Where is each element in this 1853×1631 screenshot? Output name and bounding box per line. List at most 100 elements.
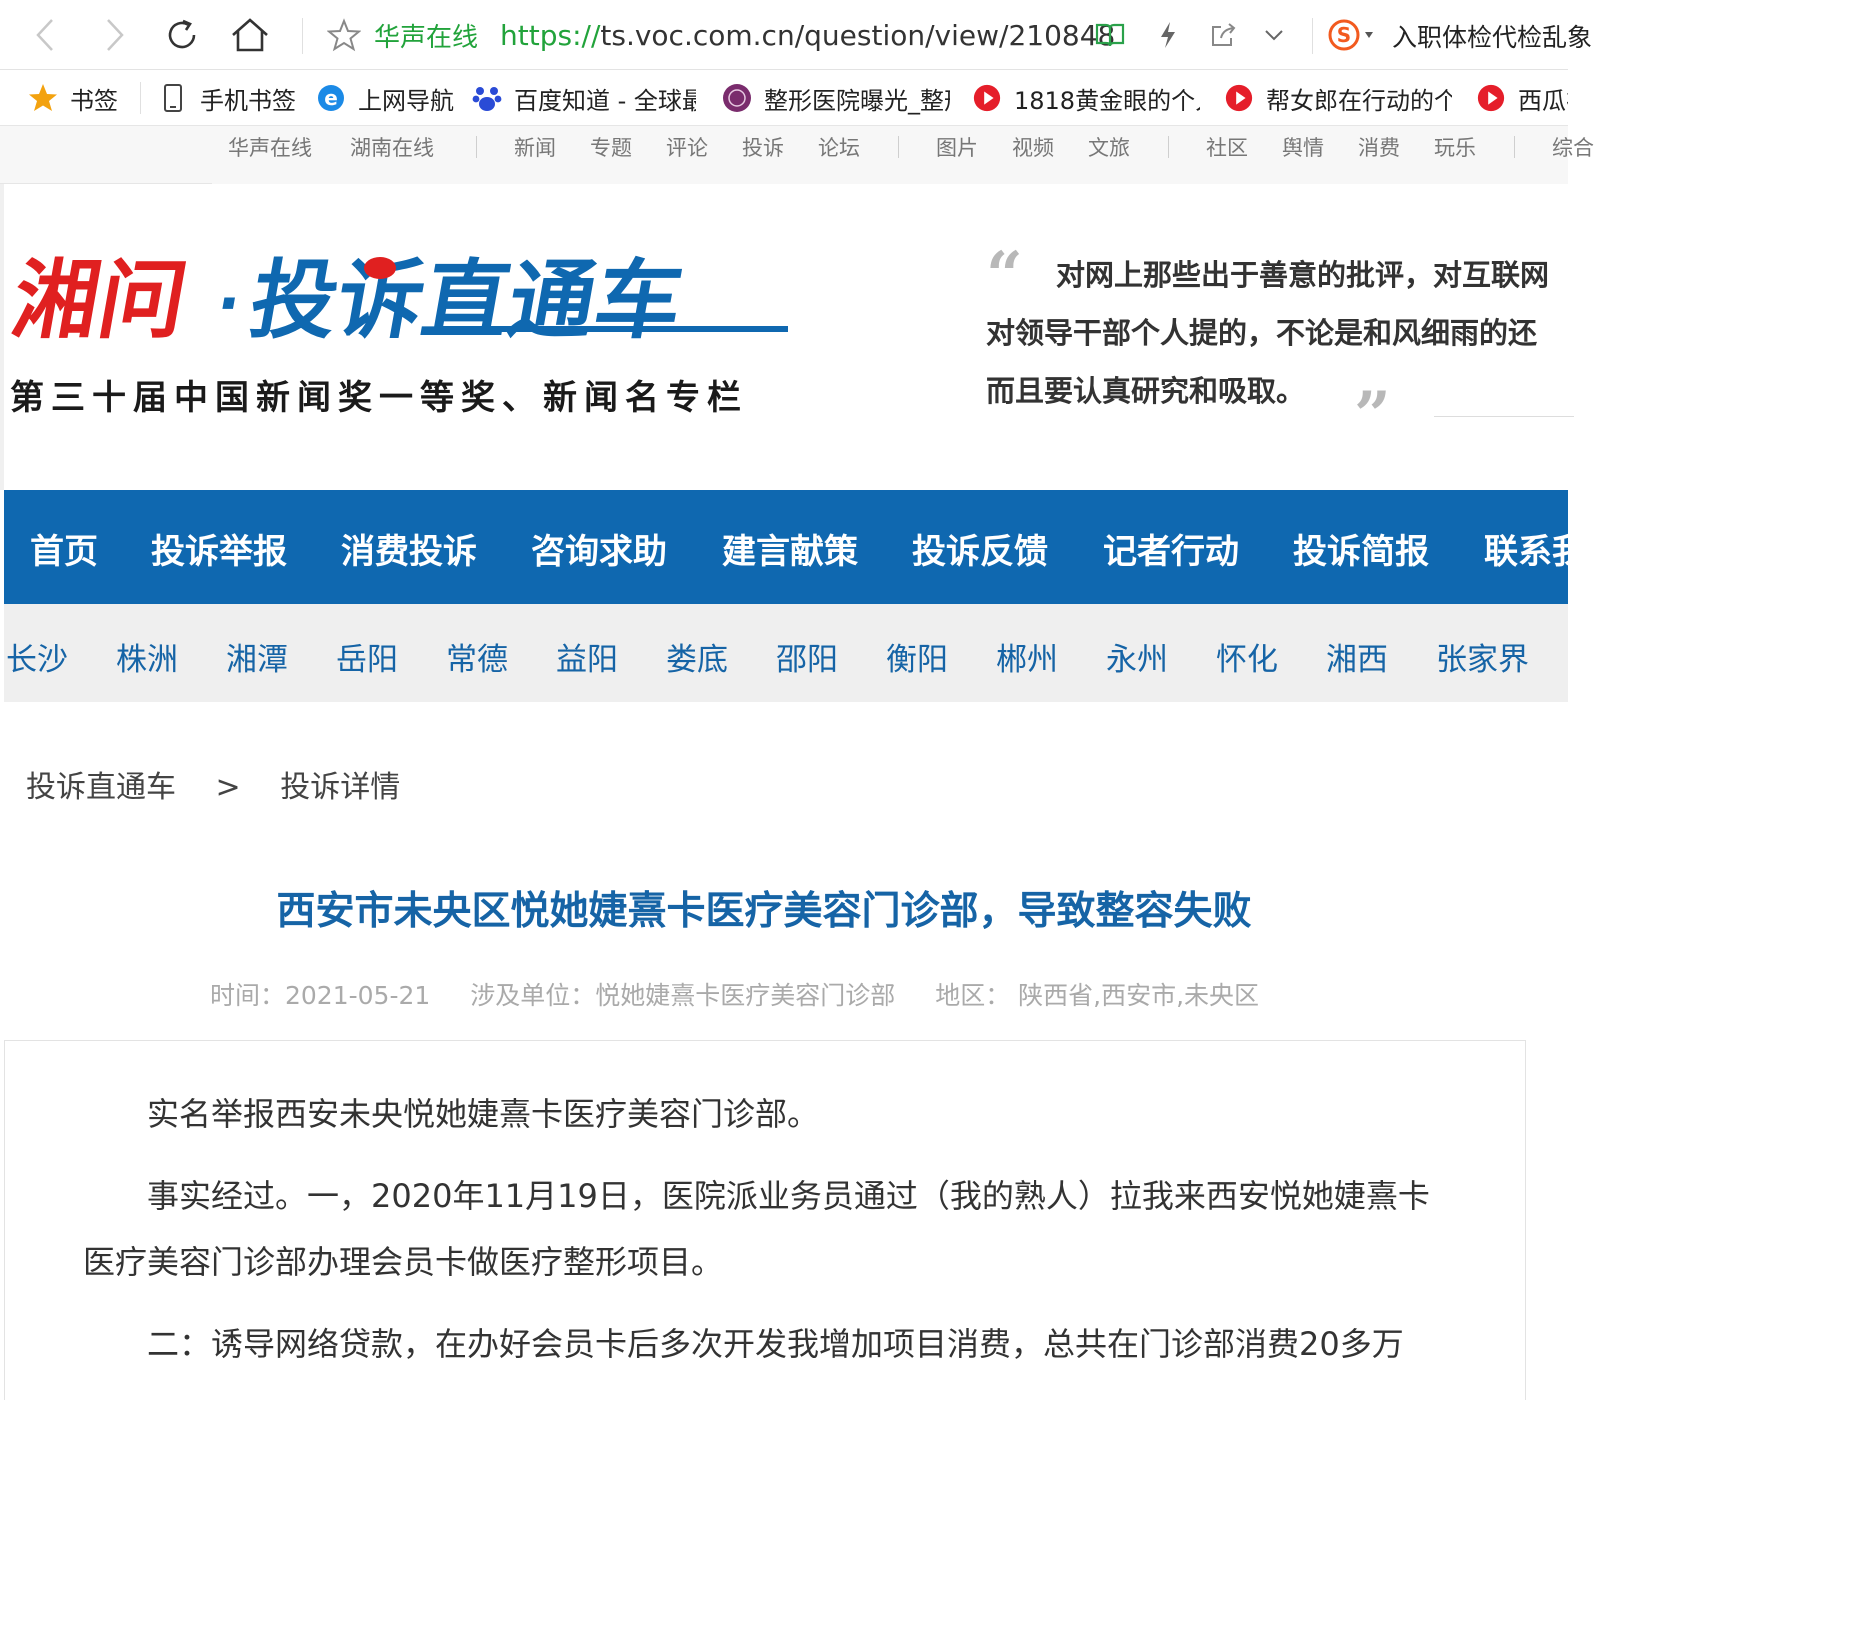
top-link[interactable]: 投诉	[742, 132, 784, 162]
article-time: 时间：2021-05-21	[210, 981, 431, 1010]
article-region: 地区： 陕西省,西安市,未央区	[935, 981, 1260, 1010]
top-link[interactable]: 图片	[936, 132, 978, 162]
top-link[interactable]: 论坛	[818, 132, 860, 162]
lightning-icon[interactable]	[1156, 14, 1180, 56]
article-title: 西安市未央区悦她婕熹卡医疗美容门诊部，导致整容失败	[276, 889, 1252, 934]
bookmark-item[interactable]: 整形医院曝光_整形医院	[722, 70, 950, 126]
browser-toolbar: 华声在线 https://ts.voc.com.cn/question/view…	[0, 0, 1592, 70]
top-link[interactable]: 新闻	[514, 132, 556, 162]
logo-left-text: 湘问	[8, 254, 194, 346]
breadcrumb-home[interactable]: 投诉直通车	[26, 762, 176, 806]
region-link[interactable]: 张家界	[1436, 634, 1529, 679]
bookmark-label: 书签	[70, 86, 118, 115]
bookmark-item[interactable]: 1818黄金眼的个人空间	[972, 70, 1200, 126]
region-link[interactable]: 湘西	[1326, 634, 1388, 679]
top-link[interactable]: 华声在线	[228, 132, 312, 162]
nav-contact[interactable]: 联系我们	[1484, 524, 1620, 573]
search-engine-sogou-icon[interactable]: S	[1326, 14, 1378, 56]
top-link[interactable]: 消费	[1358, 132, 1400, 162]
logo-right-text: 投诉直通车	[243, 254, 690, 346]
phone-icon	[158, 83, 188, 113]
address-bar[interactable]: 华声在线 https://ts.voc.com.cn/question/view…	[300, 0, 1115, 70]
paragraph-text: 医疗美容门诊部办理会员卡做医疗整形项目。	[83, 1243, 724, 1281]
paragraph-text: 实名举报西安未央悦她婕熹卡医疗美容门诊部。	[147, 1095, 820, 1133]
region-link[interactable]: 益阳	[556, 634, 618, 679]
quote-line: 对网上那些出于善意的批评，对互联网	[1056, 258, 1550, 292]
article-paragraph: 二：诱导网络贷款，在办好会员卡后多次开发我增加项目消费，总共在门诊部消费20多万	[83, 1311, 1443, 1377]
region-link[interactable]: 长沙	[6, 634, 68, 679]
region-link[interactable]: 郴州	[996, 634, 1058, 679]
nav-complaint-report[interactable]: 投诉举报	[151, 524, 287, 573]
home-icon[interactable]	[228, 14, 272, 56]
region-link[interactable]: 永州	[1106, 634, 1168, 679]
bookmark-label: 西瓜视频	[1518, 86, 1568, 115]
article-meta: 时间：2021-05-21 涉及单位：悦她婕熹卡医疗美容门诊部 地区： 陕西省,…	[210, 976, 1291, 1012]
article-paragraph: 实名举报西安未央悦她婕熹卡医疗美容门诊部。	[83, 1081, 1443, 1147]
reader-book-icon[interactable]	[1094, 14, 1126, 56]
bookmark-item[interactable]: 西瓜视频	[1476, 70, 1568, 126]
bookmark-item[interactable]: 帮女郎在行动的个人空间	[1224, 70, 1452, 126]
logo-dot: ·	[211, 269, 246, 338]
star-icon	[28, 83, 58, 113]
bookmarks-bar: 书签 手机书签 e 上网导航 百度知道 - 全球最大中文互动问答平台 整形医院曝…	[0, 70, 1568, 126]
breadcrumb: 投诉直通车 > 投诉详情	[26, 762, 400, 806]
bookmark-item[interactable]: 手机书签	[158, 70, 300, 126]
breadcrumb-current: 投诉详情	[280, 770, 401, 805]
bookmark-label: 手机书签	[200, 86, 296, 115]
bookmark-item[interactable]: 百度知道 - 全球最大中文互动问答平台	[472, 70, 696, 126]
site-logo[interactable]: 湘问 · 投诉直通车	[5, 252, 788, 351]
quote-close-icon: ”	[1354, 378, 1391, 453]
address-url[interactable]: https://ts.voc.com.cn/question/view/2108…	[500, 19, 1115, 52]
top-link[interactable]: 社区	[1206, 132, 1248, 162]
quote-line: 而且要认真研究和吸取。	[986, 374, 1306, 408]
article-paragraph: 事实经过。一，2020年11月19日，医院派业务员通过（我的熟人）拉我来西安悦她…	[83, 1163, 1443, 1295]
region-link[interactable]: 湘潭	[226, 634, 288, 679]
paragraph-text: 事实经过。一，2020年11月19日，医院派业务员通过（我的熟人）拉我来西安悦她…	[147, 1177, 1430, 1215]
nav-consult-help[interactable]: 咨询求助	[531, 524, 667, 573]
nav-home[interactable]: 首页	[30, 524, 98, 573]
share-icon[interactable]	[1208, 14, 1238, 56]
nav-suggestions[interactable]: 建言献策	[722, 524, 858, 573]
region-link[interactable]: 株洲	[116, 634, 178, 679]
breadcrumb-separator: >	[215, 770, 241, 805]
region-link[interactable]: 怀化	[1216, 634, 1278, 679]
url-protocol: https://	[500, 18, 601, 52]
top-link[interactable]: 文旅	[1088, 132, 1130, 162]
main-nav: 首页 投诉举报 消费投诉 咨询求助 建言献策 投诉反馈 记者行动 投诉简报 联系…	[4, 490, 1620, 604]
quote-line: 对领导干部个人提的，不论是和风细雨的还	[986, 316, 1538, 350]
top-link[interactable]: 专题	[590, 132, 632, 162]
top-link[interactable]: 舆情	[1282, 132, 1324, 162]
baidu-paw-icon	[472, 83, 502, 113]
video-play-icon	[1224, 83, 1254, 113]
forward-icon[interactable]	[100, 14, 130, 56]
back-icon[interactable]	[30, 14, 60, 56]
top-link[interactable]: 视频	[1012, 132, 1054, 162]
top-link[interactable]: 综合	[1552, 132, 1594, 162]
bookmark-label: 整形医院曝光_整形医院	[764, 86, 950, 115]
site-header: 湘问 · 投诉直通车 第三十届中国新闻奖一等奖、新闻名专栏 “ 对网上那些出于善…	[0, 184, 1574, 490]
nav-consumer-complaint[interactable]: 消费投诉	[341, 524, 477, 573]
clinic-logo-icon	[722, 83, 752, 113]
bookmark-item[interactable]: e 上网导航	[316, 70, 454, 126]
logo-subtitle: 第三十届中国新闻奖一等奖、新闻名专栏	[10, 378, 748, 418]
top-link[interactable]: 评论	[666, 132, 708, 162]
region-link[interactable]: 岳阳	[336, 634, 398, 679]
address-site-name: 华声在线	[374, 22, 479, 53]
top-link[interactable]: 玩乐	[1434, 132, 1476, 162]
region-link[interactable]: 常德	[446, 634, 508, 679]
ie-icon: e	[316, 83, 346, 113]
chevron-down-icon[interactable]	[1262, 14, 1286, 56]
region-link[interactable]: 邵阳	[776, 634, 838, 679]
article-body: 实名举报西安未央悦她婕熹卡医疗美容门诊部。 事实经过。一，2020年11月19日…	[4, 1040, 1526, 1400]
region-link[interactable]: 衡阳	[886, 634, 948, 679]
bookmark-item[interactable]: 书签	[28, 70, 128, 126]
nav-feedback[interactable]: 投诉反馈	[912, 524, 1048, 573]
region-link[interactable]: 娄底	[666, 634, 728, 679]
nav-reporter-action[interactable]: 记者行动	[1103, 524, 1239, 573]
reload-icon[interactable]	[162, 14, 202, 56]
top-link[interactable]: 湖南在线	[350, 132, 434, 162]
article-unit: 涉及单位：悦她婕熹卡医疗美容门诊部	[470, 981, 896, 1010]
svg-text:S: S	[1337, 23, 1351, 47]
search-box-text[interactable]: 入职体检代检乱象	[1392, 18, 1592, 54]
nav-brief[interactable]: 投诉简报	[1293, 524, 1429, 573]
